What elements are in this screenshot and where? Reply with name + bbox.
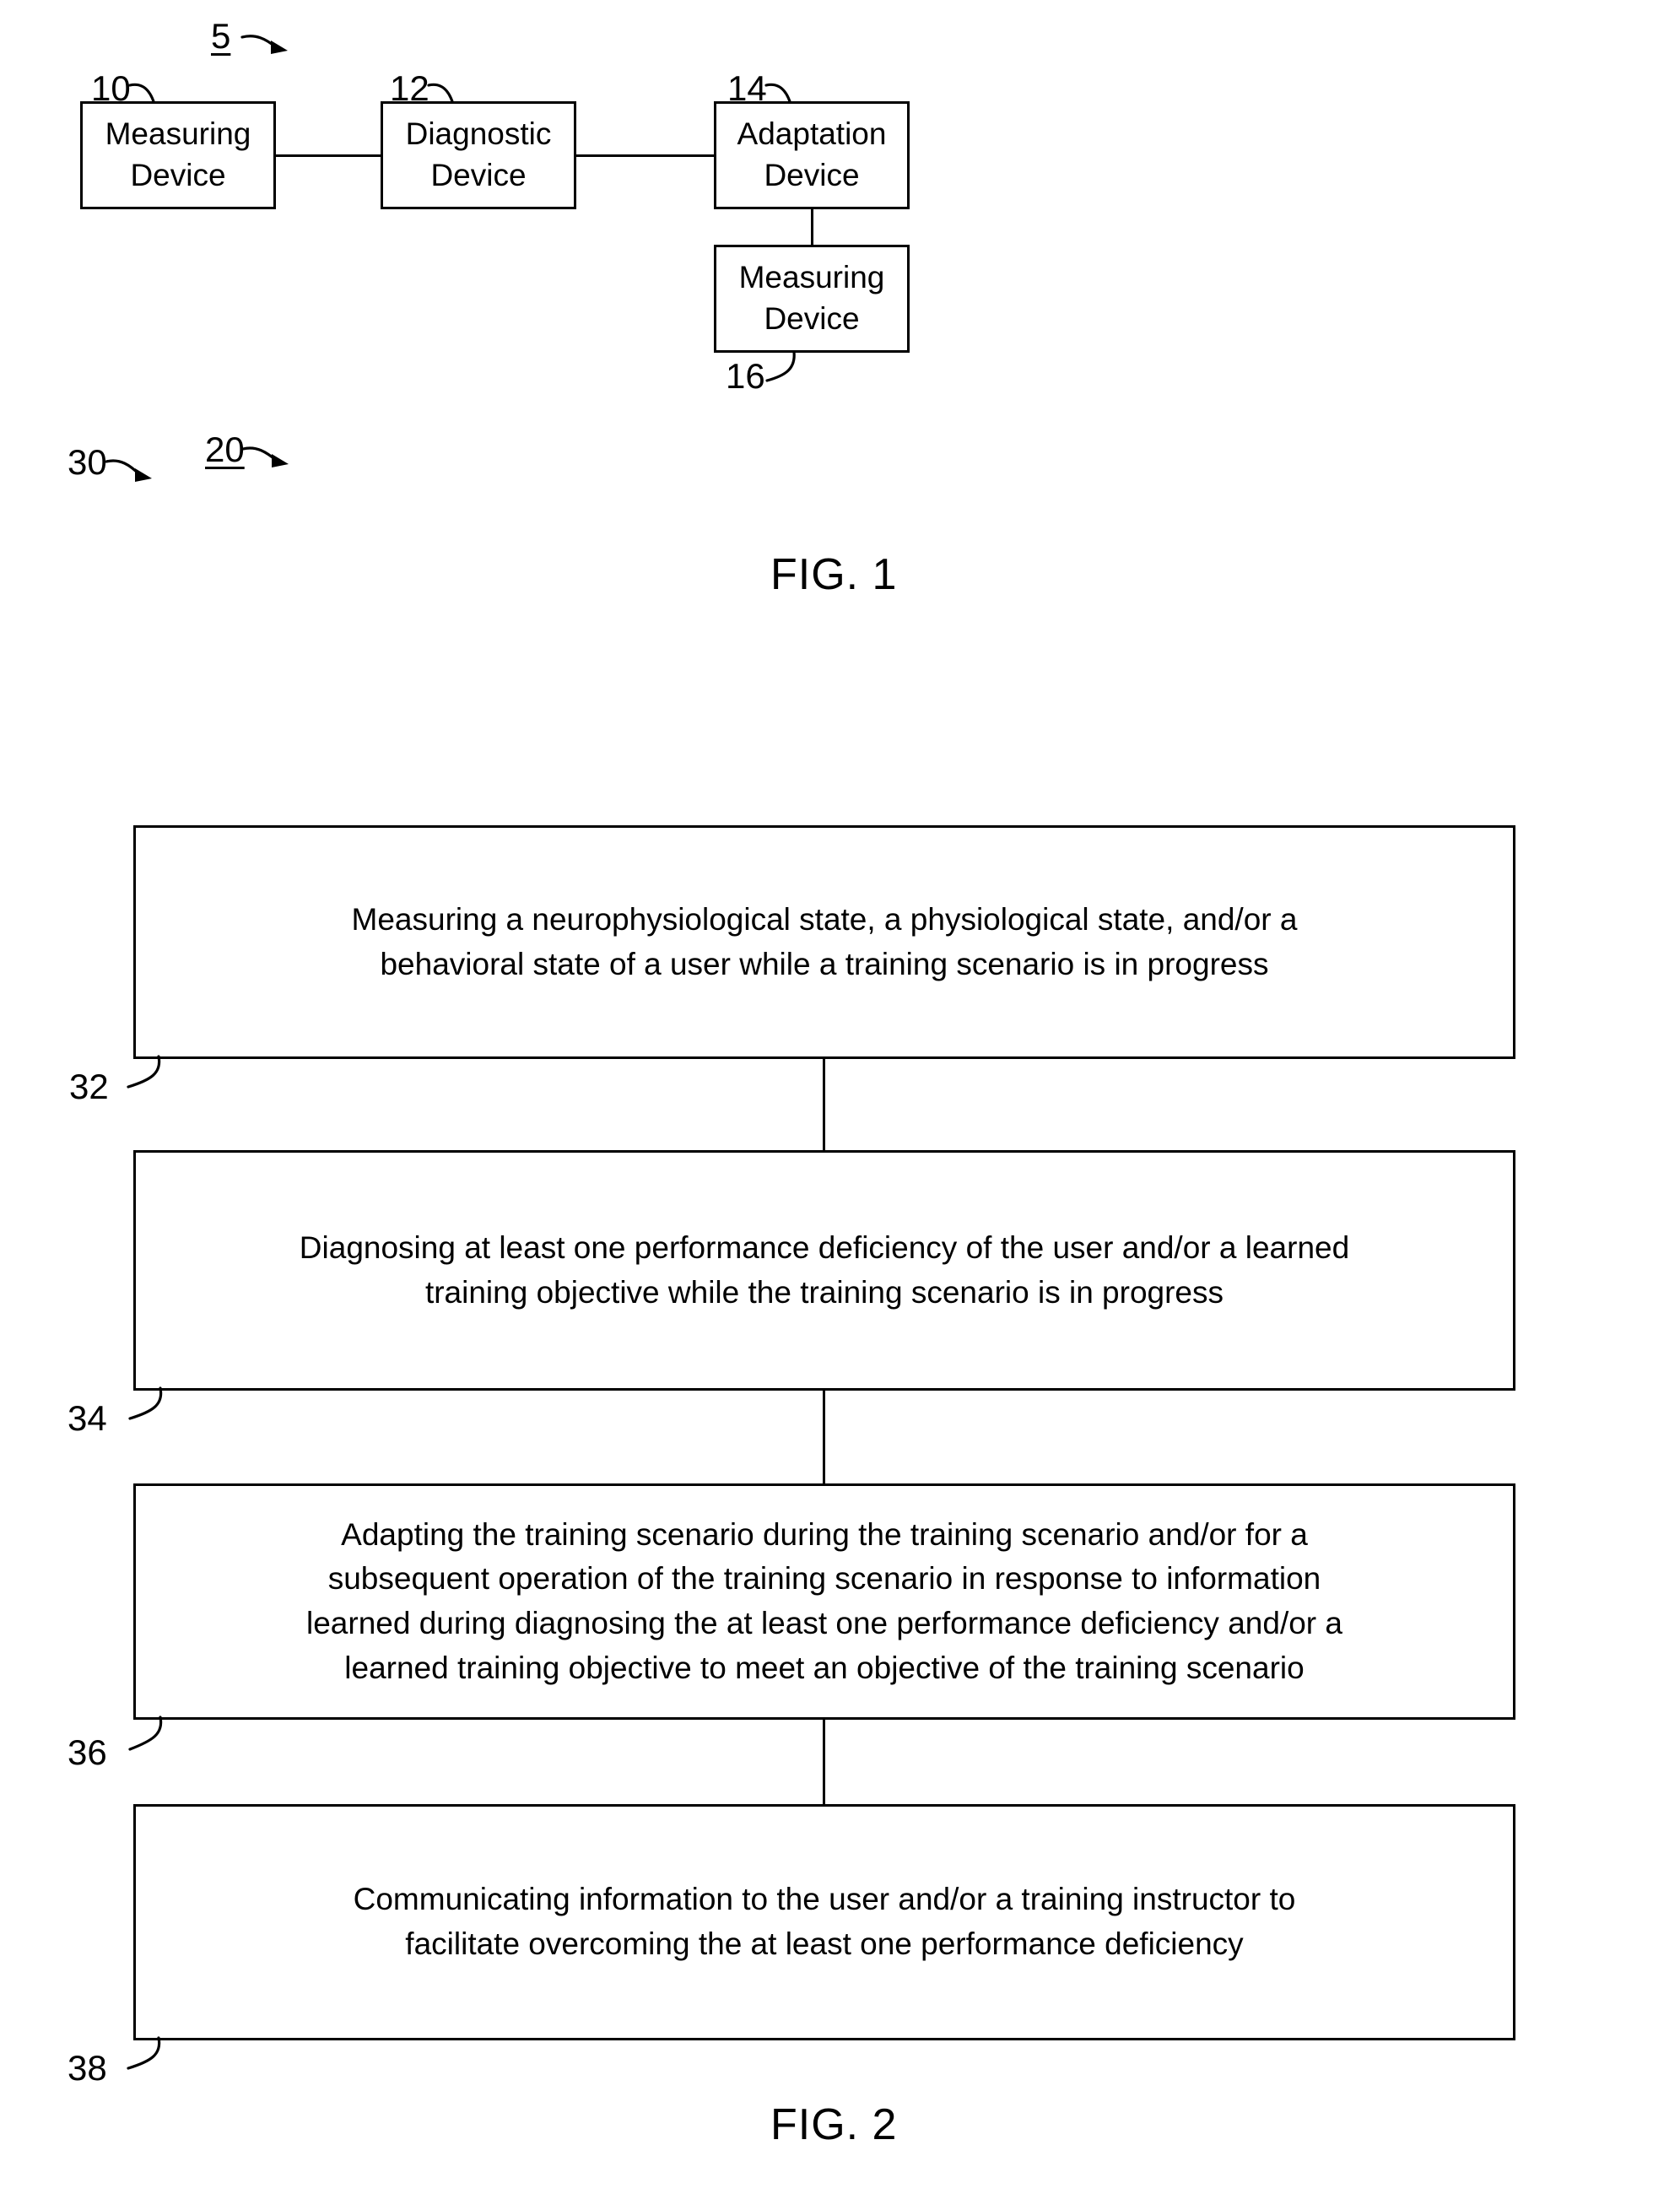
fig1-block-label-line2: Device	[430, 158, 527, 192]
fig2-step-box-diagnosing: Diagnosing at least one performance defi…	[133, 1150, 1515, 1391]
leader-arrow-5	[240, 35, 288, 54]
fig2-step-text-line: subsequent operation of the training sce…	[327, 1561, 1321, 1597]
fig1-block-label: Measuring Device	[105, 114, 251, 197]
fig1-block-label-line2: Device	[130, 158, 226, 192]
reference-number-flow-30: 30	[68, 442, 107, 482]
fig2-step-text-line: learned during diagnosing the at least o…	[306, 1606, 1342, 1640]
fig2-step-text-line: Measuring a neurophysiological state, a …	[351, 901, 1298, 937]
fig1-block-label-line2: Device	[764, 158, 860, 192]
leader-line-38	[127, 2036, 161, 2070]
patent-drawing-sheet: 5 10 12 14 Measuring Device Diagnostic D…	[0, 0, 1680, 2210]
fig1-block-label-line1: Measuring	[105, 116, 251, 152]
fig1-block-diagnostic-device: Diagnostic Device	[381, 101, 576, 209]
fig2-step-text: Communicating information to the user an…	[354, 1878, 1296, 1966]
fig2-step-text-line: training objective while the training sc…	[424, 1274, 1224, 1310]
fig1-block-label-line1: Measuring	[738, 260, 885, 295]
fig1-connector-14-to-16	[811, 209, 813, 245]
reference-number-32: 32	[69, 1067, 109, 1106]
fig1-block-label-line1: Adaptation	[737, 116, 887, 152]
fig2-step-text-line: facilitate overcoming the at least one p…	[405, 1926, 1244, 1961]
figure-2-caption: FIG. 2	[770, 2100, 898, 2149]
fig1-block-label: Adaptation Device	[737, 114, 887, 197]
reference-number-16: 16	[726, 356, 765, 396]
fig2-step-box-adapting: Adapting the training scenario during th…	[133, 1483, 1515, 1720]
reference-number-system-5: 5	[211, 16, 231, 56]
fig2-step-text-line: behavioral state of a user while a train…	[380, 946, 1269, 981]
reference-number-34: 34	[68, 1398, 107, 1438]
fig2-step-box-communicating: Communicating information to the user an…	[133, 1804, 1515, 2040]
fig1-block-measuring-device-2: Measuring Device	[714, 245, 910, 353]
leader-arrow-30	[105, 459, 152, 482]
fig1-block-label: Measuring Device	[739, 257, 885, 340]
fig2-step-text-line: Communicating information to the user an…	[353, 1882, 1296, 1917]
reference-number-method-20: 20	[205, 430, 245, 469]
fig2-connector-32-to-34	[823, 1059, 825, 1150]
fig1-block-label-line1: Diagnostic	[405, 116, 552, 152]
fig1-block-measuring-device: Measuring Device	[80, 101, 276, 209]
fig1-connector-12-to-14	[576, 154, 714, 157]
leader-arrow-20	[241, 446, 289, 467]
leader-line-36	[128, 1716, 163, 1751]
reference-number-36: 36	[68, 1732, 107, 1772]
fig2-step-text: Measuring a neurophysiological state, a …	[352, 898, 1298, 986]
fig2-connector-34-to-36	[823, 1391, 825, 1483]
fig1-connector-10-to-12	[276, 154, 381, 157]
fig2-step-text: Adapting the training scenario during th…	[306, 1513, 1342, 1690]
fig1-block-label-line2: Device	[764, 301, 860, 336]
fig1-block-adaptation-device: Adaptation Device	[714, 101, 910, 209]
fig2-step-text: Diagnosing at least one performance defi…	[300, 1226, 1349, 1315]
fig2-step-text-line: Diagnosing at least one performance defi…	[299, 1229, 1350, 1265]
figure-1-caption: FIG. 1	[770, 550, 898, 599]
fig2-connector-36-to-38	[823, 1720, 825, 1804]
fig1-block-label: Diagnostic Device	[406, 114, 552, 197]
fig2-step-text-line: Adapting the training scenario during th…	[341, 1516, 1308, 1552]
fig2-step-box-measuring: Measuring a neurophysiological state, a …	[133, 825, 1515, 1059]
fig2-step-text-line: learned training objective to meet an ob…	[344, 1650, 1305, 1685]
reference-number-38: 38	[68, 2048, 107, 2088]
leader-line-34	[128, 1386, 163, 1420]
leader-line-16	[765, 350, 796, 382]
leader-line-32	[127, 1055, 161, 1089]
